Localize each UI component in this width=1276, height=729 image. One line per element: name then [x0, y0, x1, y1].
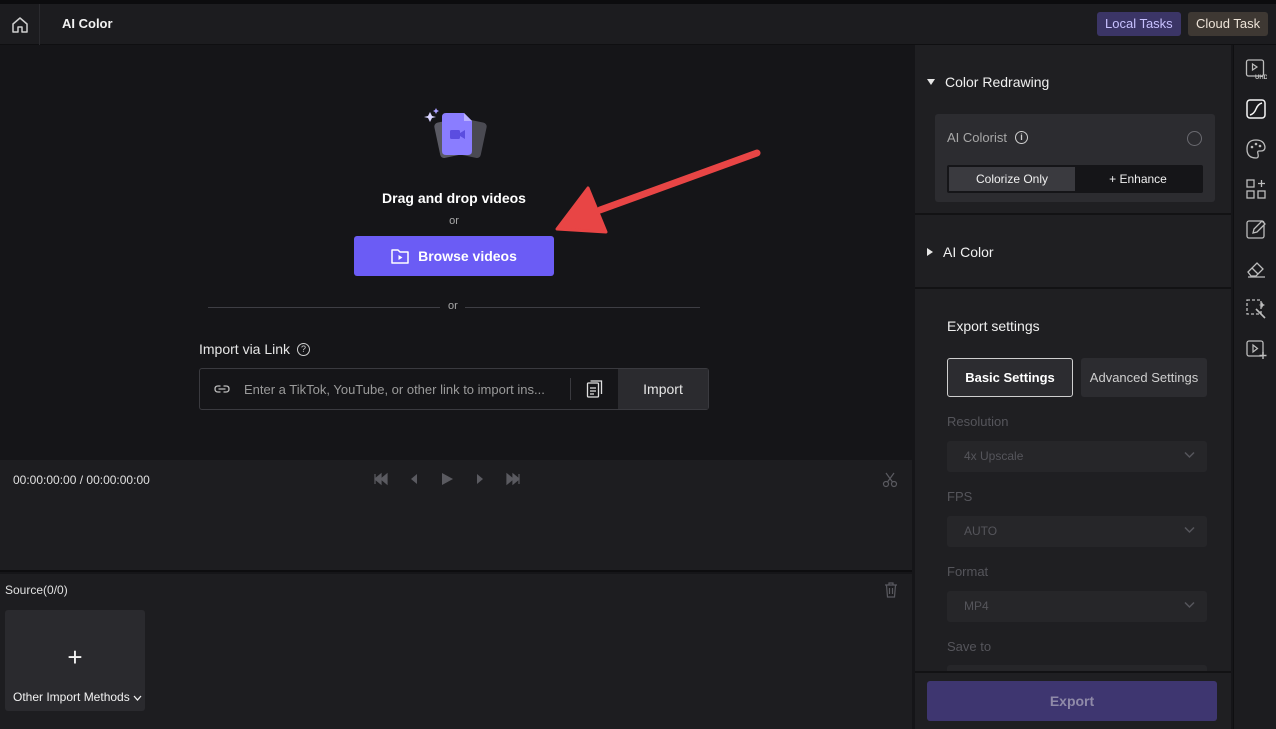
play-icon[interactable] — [439, 471, 455, 487]
format-value: MP4 — [964, 599, 989, 613]
import-button[interactable]: Import — [618, 369, 708, 409]
trash-icon[interactable] — [884, 582, 898, 598]
import-via-link-text: Import via Link — [199, 341, 291, 357]
other-import-label: Other Import Methods — [13, 690, 130, 704]
advanced-settings-tab[interactable]: Advanced Settings — [1081, 358, 1207, 397]
other-import-methods[interactable]: Other Import Methods — [13, 690, 142, 704]
chevron-down-icon — [1184, 451, 1195, 459]
expand-icon — [927, 248, 933, 256]
fps-select[interactable]: AUTO — [947, 516, 1207, 547]
playback-bar: 00:00:00:00 / 00:00:00:00 — [0, 460, 912, 572]
format-select[interactable]: MP4 — [947, 591, 1207, 622]
home-icon — [11, 16, 28, 33]
paste-icon[interactable] — [586, 380, 603, 398]
enhance-option[interactable]: + Enhance — [1075, 167, 1201, 191]
transport-controls — [373, 471, 521, 487]
add-media-card[interactable]: + Other Import Methods — [5, 610, 145, 711]
link-separator — [570, 378, 571, 400]
drag-drop-text: Drag and drop videos — [382, 190, 526, 206]
scissors-icon[interactable] — [882, 472, 898, 488]
export-settings-title: Export settings — [947, 318, 1040, 334]
ai-color-title: AI Color — [943, 244, 994, 260]
magic-select-icon[interactable] — [1244, 297, 1268, 321]
link-input[interactable] — [244, 379, 554, 399]
settings-panel: Color Redrawing AI Colorist i Colorize O… — [915, 45, 1231, 729]
upload-area[interactable]: Drag and drop videos or Browse videos or… — [0, 45, 912, 460]
help-icon[interactable]: ? — [297, 342, 311, 356]
color-redrawing-header[interactable]: Color Redrawing — [927, 74, 1049, 90]
fps-value: AUTO — [964, 524, 998, 538]
skip-end-icon[interactable] — [505, 471, 521, 487]
export-settings-section: Export settings Basic Settings Advanced … — [915, 291, 1231, 671]
ai-colorist-text: AI Colorist — [947, 130, 1007, 145]
timecode: 00:00:00:00 / 00:00:00:00 — [13, 473, 150, 487]
top-bar: AI Color Local Tasks Cloud Task — [0, 0, 1276, 45]
color-redrawing-section: Color Redrawing AI Colorist i Colorize O… — [915, 45, 1231, 215]
info-icon[interactable]: i — [1014, 131, 1028, 144]
add-apps-icon[interactable] — [1244, 177, 1268, 201]
resolution-value: 4x Upscale — [964, 449, 1024, 463]
source-panel: Source(0/0) + Other Import Methods — [0, 574, 912, 729]
save-to-label: Save to — [947, 639, 992, 654]
eraser-icon[interactable] — [1244, 257, 1268, 281]
divider-line — [465, 307, 700, 308]
browse-videos-button[interactable]: Browse videos — [354, 236, 554, 276]
ai-colorist-card: AI Colorist i Colorize Only + Enhance — [935, 114, 1215, 202]
color-redrawing-title: Color Redrawing — [945, 74, 1050, 90]
ai-color-icon[interactable] — [1244, 137, 1268, 161]
uhd-video-icon[interactable]: UHD — [1244, 57, 1268, 81]
browse-videos-label: Browse videos — [418, 248, 517, 264]
or-text: or — [448, 300, 458, 312]
ai-color-header[interactable]: AI Color — [927, 244, 994, 260]
format-label: Format — [947, 564, 989, 579]
basic-settings-tab[interactable]: Basic Settings — [947, 358, 1073, 397]
video-add-icon[interactable] — [1244, 337, 1268, 361]
folder-play-icon — [391, 249, 409, 264]
ai-colorist-radio[interactable] — [1187, 131, 1202, 146]
resolution-label: Resolution — [947, 414, 1009, 429]
home-button[interactable] — [0, 4, 40, 45]
cloud-task-button[interactable]: Cloud Task — [1188, 12, 1269, 36]
app-title: AI Color — [62, 16, 113, 31]
skip-start-icon[interactable] — [373, 471, 389, 487]
edit-icon[interactable] — [1244, 217, 1268, 241]
or-text: or — [449, 215, 459, 227]
local-tasks-button[interactable]: Local Tasks — [1097, 12, 1181, 36]
export-footer: Export — [915, 671, 1231, 729]
link-import-box: Import — [199, 368, 709, 410]
tool-strip: UHD — [1233, 45, 1276, 729]
video-file-icon — [424, 108, 487, 158]
step-back-icon[interactable] — [409, 471, 419, 487]
link-icon — [214, 385, 230, 393]
or-divider: or — [208, 299, 700, 315]
step-forward-icon[interactable] — [475, 471, 485, 487]
collapse-icon — [927, 79, 935, 85]
chevron-down-icon — [1184, 526, 1195, 534]
ai-colorist-label: AI Colorist i — [947, 130, 1028, 145]
resolution-select[interactable]: 4x Upscale — [947, 441, 1207, 472]
fps-label: FPS — [947, 489, 973, 504]
import-via-link-label: Import via Link ? — [199, 341, 311, 357]
source-title: Source(0/0) — [5, 583, 68, 597]
divider-line — [208, 307, 440, 308]
plus-icon: + — [67, 642, 83, 672]
color-curve-icon[interactable] — [1244, 97, 1268, 121]
ai-color-section: AI Color — [915, 217, 1231, 289]
export-button[interactable]: Export — [927, 681, 1217, 721]
chevron-down-icon — [1184, 601, 1195, 609]
chevron-down-icon — [133, 695, 142, 701]
svg-text:UHD: UHD — [1255, 75, 1267, 80]
colorize-mode-toggle: Colorize Only + Enhance — [947, 165, 1203, 193]
colorize-only-option[interactable]: Colorize Only — [949, 167, 1075, 191]
